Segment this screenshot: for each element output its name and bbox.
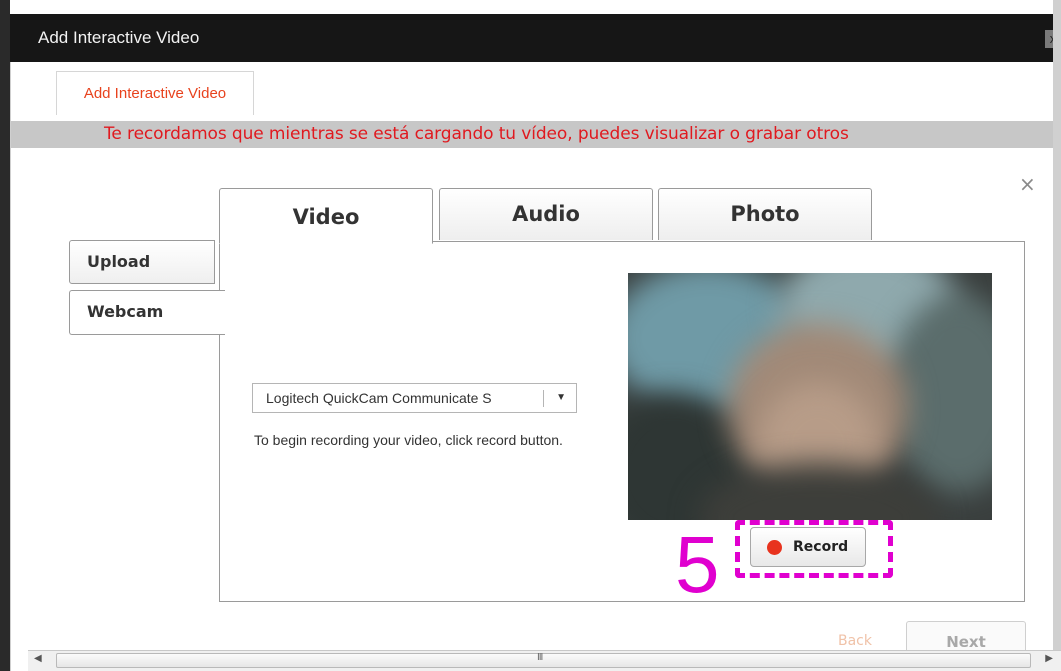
notice-text: Te recordamos que mientras se está carga… bbox=[104, 124, 849, 144]
dialog-body: Add Interactive Video Te recordamos que … bbox=[10, 62, 1056, 671]
scroll-left-icon[interactable]: ◀ bbox=[34, 653, 42, 664]
webcam-preview bbox=[628, 273, 992, 520]
tab-audio[interactable]: Audio bbox=[439, 188, 653, 240]
tab-webcam[interactable]: Webcam bbox=[69, 290, 225, 335]
tab-upload[interactable]: Upload bbox=[69, 240, 215, 284]
dialog-titlebar: Add Interactive Video x bbox=[10, 0, 1061, 62]
panel-close-icon[interactable]: × bbox=[1019, 172, 1036, 196]
recording-instruction: To begin recording your video, click rec… bbox=[254, 432, 563, 448]
annotation-step-number: 5 bbox=[675, 520, 720, 609]
scrollbar-grip: III bbox=[537, 652, 543, 663]
webcam-panel: Logitech QuickCam Communicate S ▼ To beg… bbox=[219, 241, 1025, 602]
horizontal-scrollbar[interactable]: ◀ III ▶ bbox=[28, 650, 1061, 671]
chevron-down-icon: ▼ bbox=[556, 392, 566, 403]
tab-video[interactable]: Video bbox=[219, 188, 433, 244]
scroll-right-icon[interactable]: ▶ bbox=[1045, 653, 1053, 664]
window-frame-left bbox=[0, 0, 10, 671]
back-button[interactable]: Back bbox=[838, 633, 872, 649]
scrollbar-thumb[interactable]: III bbox=[56, 652, 1031, 668]
select-divider bbox=[543, 390, 544, 407]
notice-bar: Te recordamos que mientras se está carga… bbox=[11, 121, 1056, 148]
dialog-title: Add Interactive Video bbox=[38, 28, 200, 47]
annotation-highlight-box bbox=[735, 520, 893, 578]
window-frame-right bbox=[1053, 0, 1061, 671]
tab-add-interactive-video[interactable]: Add Interactive Video bbox=[56, 71, 254, 115]
tab-photo[interactable]: Photo bbox=[658, 188, 872, 240]
camera-select-value: Logitech QuickCam Communicate S bbox=[266, 390, 492, 406]
camera-select[interactable]: Logitech QuickCam Communicate S ▼ bbox=[252, 383, 577, 413]
